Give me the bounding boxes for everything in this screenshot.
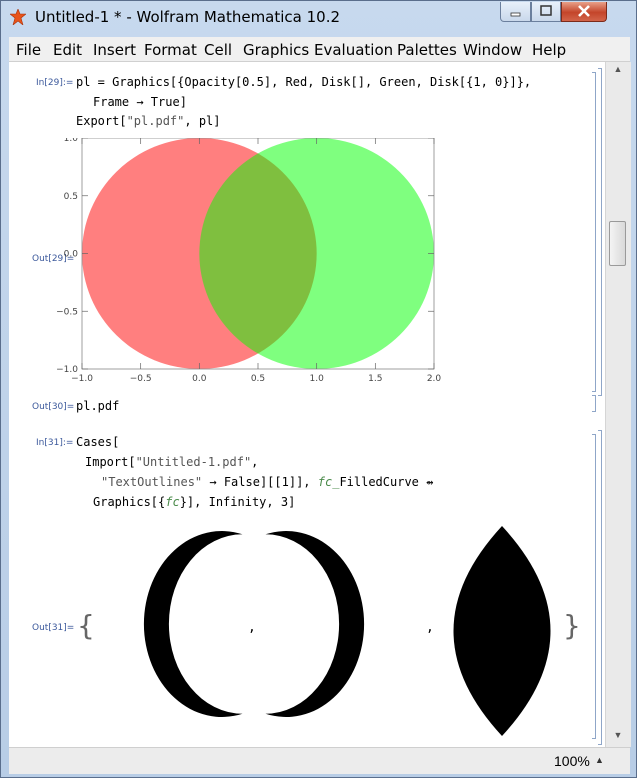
code-token: , pl] [184, 114, 221, 128]
string-token: "pl.pdf" [126, 114, 185, 128]
y-tick-label: −1.0 [56, 365, 78, 375]
input-29-line3[interactable]: Export["pl.pdf", pl] [76, 114, 221, 128]
cell-bracket-31[interactable] [592, 434, 596, 739]
input-31-line3[interactable]: "TextOutlines" → False][[1]], fc_FilledC… [101, 475, 433, 489]
list-close-brace: } [563, 609, 581, 642]
code-token: }], Infinity, 3] [179, 495, 296, 509]
close-button[interactable] [561, 2, 607, 22]
string-token: "Untitled-1.pdf" [135, 455, 252, 469]
scroll-thumb[interactable] [609, 221, 626, 266]
y-tick-label: 0.0 [64, 250, 79, 260]
menu-palettes[interactable]: Palettes [397, 41, 457, 59]
code-token: → False][[1]], [202, 475, 318, 489]
crescent-left-figure[interactable] [89, 524, 247, 724]
menu-help[interactable]: Help [532, 41, 566, 59]
x-tick-label: 0.5 [251, 374, 265, 384]
input-31-line2[interactable]: Import["Untitled-1.pdf", [85, 455, 258, 469]
window-title: Untitled-1 * - Wolfram Mathematica 10.2 [35, 8, 341, 26]
input-31-line4[interactable]: Graphics[{fc}], Infinity, 3] [93, 495, 295, 509]
menu-window[interactable]: Window [463, 41, 522, 59]
output-label-30: Out[30]= [32, 402, 75, 412]
input-29-line1[interactable]: pl = Graphics[{Opacity[0.5], Red, Disk[]… [76, 75, 531, 89]
input-label-29: In[29]:= [36, 78, 74, 88]
code-token: Import[ [85, 455, 136, 469]
string-token: "TextOutlines" [101, 475, 203, 489]
minimize-icon [510, 12, 521, 17]
code-token: , [251, 455, 259, 469]
code-token: Export[ [76, 114, 127, 128]
vertical-scrollbar[interactable]: ▲ ▼ [605, 62, 631, 747]
pattern-token: fc_ [317, 475, 340, 489]
x-tick-label: 1.0 [310, 374, 325, 384]
y-tick-label: −0.5 [56, 307, 78, 317]
menu-graphics[interactable]: Graphics [243, 41, 309, 59]
menu-file[interactable]: File [16, 41, 41, 59]
pattern-token: fc [165, 495, 180, 509]
venn-plot[interactable]: −1.0 −0.5 0.0 0.5 1.0 1.5 2.0 1.0 0.5 0.0 −0.5 −1.0 [54, 138, 444, 386]
group-bracket-31[interactable] [598, 430, 602, 745]
mathematica-window: Untitled-1 * - Wolfram Mathematica 10.2 … [0, 0, 637, 778]
scroll-up-icon[interactable]: ▲ [610, 64, 626, 78]
cell-bracket-29[interactable] [592, 72, 596, 392]
menu-cell[interactable]: Cell [204, 41, 232, 59]
y-tick-label: 0.5 [64, 192, 78, 202]
cell-bracket-30[interactable] [592, 395, 596, 412]
lens-figure[interactable] [441, 524, 563, 738]
title-bar: Untitled-1 * - Wolfram Mathematica 10.2 [1, 1, 636, 33]
x-tick-label: −1.0 [71, 374, 93, 384]
status-bar: 100% ▲ [9, 747, 630, 774]
green-disk [199, 138, 434, 369]
input-31-line1[interactable]: Cases[ [76, 435, 119, 449]
menu-evaluation[interactable]: Evaluation [314, 41, 393, 59]
menu-insert[interactable]: Insert [93, 41, 136, 59]
crescent-right-figure[interactable] [261, 524, 425, 724]
input-label-31: In[31]:= [36, 438, 74, 448]
menu-edit[interactable]: Edit [53, 41, 82, 59]
code-token: Graphics[{ [93, 495, 166, 509]
scroll-down-icon[interactable]: ▼ [610, 730, 626, 744]
maximize-button[interactable] [531, 2, 561, 22]
close-icon [578, 5, 590, 17]
list-separator: , [248, 620, 256, 635]
x-tick-label: 0.0 [192, 374, 207, 384]
x-tick-label: −0.5 [130, 374, 152, 384]
group-bracket-29[interactable] [598, 68, 602, 396]
output-label-31: Out[31]= [32, 623, 75, 633]
code-token: FilledCurve ⇴ [339, 475, 434, 489]
minimize-button[interactable] [500, 2, 531, 22]
y-tick-label: 1.0 [64, 138, 79, 144]
notebook-area[interactable]: In[29]:= pl = Graphics[{Opacity[0.5], Re… [9, 62, 605, 747]
list-separator: , [426, 620, 434, 635]
maximize-icon [540, 5, 552, 16]
menu-format[interactable]: Format [144, 41, 197, 59]
zoom-level[interactable]: 100% [554, 753, 590, 769]
x-tick-label: 2.0 [427, 374, 442, 384]
input-29-line2[interactable]: Frame → True] [93, 95, 187, 109]
zoom-dropdown-icon[interactable]: ▲ [595, 755, 604, 765]
output-30-value[interactable]: pl.pdf [76, 399, 119, 413]
x-tick-label: 1.5 [368, 374, 382, 384]
menu-bar: File Edit Insert Format Cell Graphics Ev… [9, 37, 630, 62]
mathematica-logo-icon [10, 9, 26, 25]
